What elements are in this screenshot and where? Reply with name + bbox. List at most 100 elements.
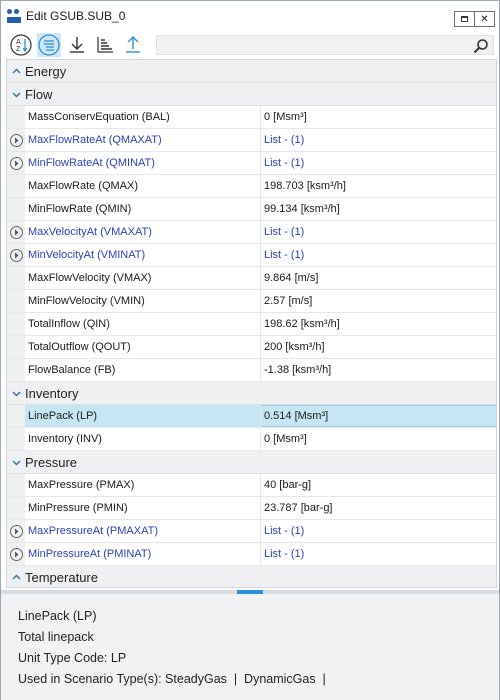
- category-label: Pressure: [25, 454, 78, 470]
- category-label: Temperature: [25, 569, 98, 585]
- property-value[interactable]: 0 [Msm³]: [261, 106, 496, 128]
- category-flow[interactable]: Flow: [7, 83, 496, 106]
- property-name: MinFlowRateAt (QMINAT): [25, 152, 261, 174]
- svg-text:A: A: [16, 39, 21, 46]
- search-icon[interactable]: [473, 38, 489, 54]
- chevron-down-icon[interactable]: [7, 90, 25, 99]
- upload-icon: [126, 36, 140, 53]
- property-row[interactable]: FlowBalance (FB) -1.38 [ksm³/h]: [7, 359, 496, 382]
- description-unit-type: Unit Type Code: LP: [18, 651, 127, 665]
- close-icon: ✕: [480, 13, 489, 25]
- property-value[interactable]: List - (1): [261, 244, 496, 266]
- expand-icon[interactable]: [9, 156, 23, 170]
- property-value[interactable]: 2.57 [m/s]: [261, 290, 496, 312]
- property-value[interactable]: List - (1): [261, 129, 496, 151]
- property-name: MaxVelocityAt (VMAXAT): [25, 221, 261, 243]
- property-row[interactable]: MinFlowVelocity (VMIN) 2.57 [m/s]: [7, 290, 496, 313]
- property-value[interactable]: -1.38 [ksm³/h]: [261, 359, 496, 381]
- toolbar: A Z: [1, 31, 499, 59]
- property-name: MaxFlowVelocity (VMAX): [25, 267, 261, 289]
- property-value[interactable]: List - (1): [261, 543, 496, 565]
- edit-window: Edit GSUB.SUB_0 ✕ A Z Energy Flow MassCo…: [0, 0, 500, 700]
- property-value[interactable]: List - (1): [261, 520, 496, 542]
- property-value[interactable]: 198.62 [ksm³/h]: [261, 313, 496, 335]
- property-row[interactable]: MinVelocityAt (VMINAT) List - (1): [7, 244, 496, 267]
- property-value[interactable]: List - (1): [261, 152, 496, 174]
- property-grid: Energy Flow MassConservEquation (BAL) 0 …: [6, 59, 497, 588]
- property-row[interactable]: MaxPressureAt (PMAXAT) List - (1): [7, 520, 496, 543]
- property-row[interactable]: TotalInflow (QIN) 198.62 [ksm³/h]: [7, 313, 496, 336]
- chevron-down-icon[interactable]: [7, 389, 25, 398]
- category-label: Energy: [25, 63, 67, 79]
- sort-bars-icon: [97, 37, 113, 53]
- categorized-button[interactable]: [37, 33, 61, 57]
- property-value[interactable]: 0 [Msm³]: [261, 428, 496, 450]
- property-name: TotalInflow (QIN): [25, 313, 261, 335]
- property-name: FlowBalance (FB): [25, 359, 261, 381]
- chevron-up-icon[interactable]: [7, 573, 25, 582]
- property-value[interactable]: 0.514 [Msm³]: [261, 405, 496, 427]
- property-name: MaxPressureAt (PMAXAT): [25, 520, 261, 542]
- app-icon: [6, 8, 22, 24]
- svg-text:Z: Z: [16, 46, 21, 53]
- property-row[interactable]: MinPressure (PMIN) 23.787 [bar-g]: [7, 497, 496, 520]
- expand-icon[interactable]: [9, 248, 23, 262]
- property-row[interactable]: Inventory (INV) 0 [Msm³]: [7, 428, 496, 451]
- property-row[interactable]: MassConservEquation (BAL) 0 [Msm³]: [7, 106, 496, 129]
- property-name: MinPressure (PMIN): [25, 497, 261, 519]
- property-row[interactable]: MaxFlowRate (QMAX) 198.703 [ksm³/h]: [7, 175, 496, 198]
- property-name: MaxFlowRateAt (QMAXAT): [25, 129, 261, 151]
- property-value[interactable]: List - (1): [261, 221, 496, 243]
- sort-az-icon: A Z: [10, 34, 32, 56]
- export-button[interactable]: [121, 33, 145, 57]
- property-value[interactable]: 198.703 [ksm³/h]: [261, 175, 496, 197]
- description-scenario: Used in Scenario Type(s): SteadyGas | Dy…: [18, 672, 326, 686]
- search-input[interactable]: [156, 35, 494, 55]
- property-name: MinFlowRate (QMIN): [25, 198, 261, 220]
- download-icon: [70, 37, 84, 53]
- title-bar: Edit GSUB.SUB_0 ✕: [1, 1, 499, 30]
- list-icon: [38, 34, 60, 56]
- property-row[interactable]: MaxPressure (PMAX) 40 [bar-g]: [7, 474, 496, 497]
- property-name: MassConservEquation (BAL): [25, 106, 261, 128]
- expand-icon[interactable]: [9, 524, 23, 538]
- window-title: Edit GSUB.SUB_0: [26, 8, 126, 23]
- property-row[interactable]: MinFlowRateAt (QMINAT) List - (1): [7, 152, 496, 175]
- category-inventory[interactable]: Inventory: [7, 382, 496, 405]
- property-value[interactable]: 23.787 [bar-g]: [261, 497, 496, 519]
- description-panel: LinePack (LP) Total linepack Unit Type C…: [1, 594, 499, 700]
- property-row[interactable]: MaxVelocityAt (VMAXAT) List - (1): [7, 221, 496, 244]
- chevron-right-icon[interactable]: [7, 67, 25, 76]
- property-value[interactable]: 200 [ksm³/h]: [261, 336, 496, 358]
- restore-button[interactable]: [454, 11, 475, 27]
- property-row[interactable]: MinPressureAt (PMINAT) List - (1): [7, 543, 496, 566]
- category-pressure[interactable]: Pressure: [7, 451, 496, 474]
- description-title: LinePack (LP): [18, 609, 97, 623]
- expand-icon[interactable]: [9, 133, 23, 147]
- property-name: Inventory (INV): [25, 428, 261, 450]
- category-energy[interactable]: Energy: [7, 60, 496, 83]
- close-button[interactable]: ✕: [474, 11, 495, 27]
- expand-icon[interactable]: [9, 225, 23, 239]
- sort-descending-button[interactable]: [93, 33, 117, 57]
- expand-icon[interactable]: [9, 547, 23, 561]
- import-button[interactable]: [65, 33, 89, 57]
- property-value[interactable]: 9.864 [m/s]: [261, 267, 496, 289]
- property-row[interactable]: MaxFlowVelocity (VMAX) 9.864 [m/s]: [7, 267, 496, 290]
- property-row-selected[interactable]: LinePack (LP) 0.514 [Msm³]: [7, 405, 496, 428]
- sort-alphabetical-button[interactable]: A Z: [9, 33, 33, 57]
- description-text: Total linepack: [18, 630, 94, 644]
- property-value[interactable]: 40 [bar-g]: [261, 474, 496, 496]
- property-name: MinPressureAt (PMINAT): [25, 543, 261, 565]
- category-temperature[interactable]: Temperature: [7, 566, 496, 587]
- chevron-down-icon[interactable]: [7, 458, 25, 467]
- property-row[interactable]: MinFlowRate (QMIN) 99.134 [ksm³/h]: [7, 198, 496, 221]
- property-name: TotalOutflow (QOUT): [25, 336, 261, 358]
- property-name: MinFlowVelocity (VMIN): [25, 290, 261, 312]
- property-row[interactable]: TotalOutflow (QOUT) 200 [ksm³/h]: [7, 336, 496, 359]
- property-value[interactable]: 99.134 [ksm³/h]: [261, 198, 496, 220]
- category-label: Inventory: [25, 385, 79, 401]
- property-row[interactable]: MaxFlowRateAt (QMAXAT) List - (1): [7, 129, 496, 152]
- property-name: LinePack (LP): [25, 405, 261, 427]
- property-name: MinVelocityAt (VMINAT): [25, 244, 261, 266]
